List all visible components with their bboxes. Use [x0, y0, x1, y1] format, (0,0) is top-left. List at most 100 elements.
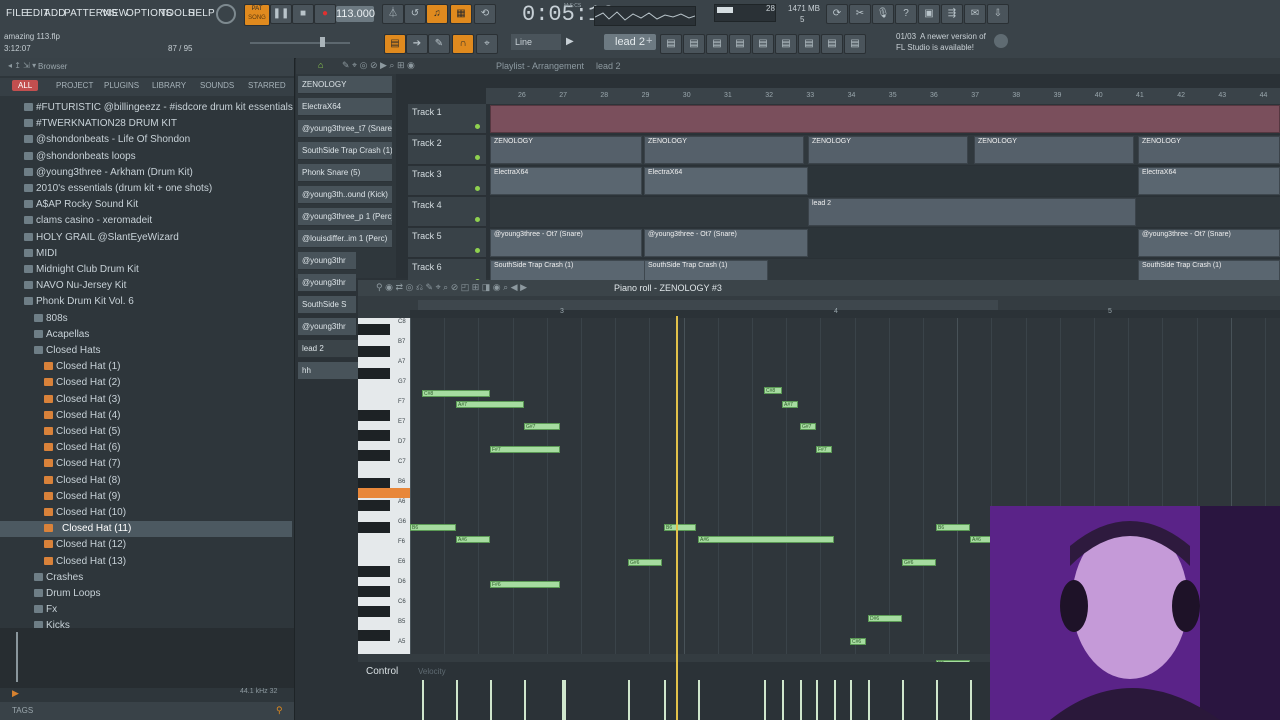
black-key[interactable]: [358, 606, 390, 617]
pattern-prev-icon[interactable]: ▶: [566, 36, 574, 47]
midi-note[interactable]: B6: [664, 524, 696, 531]
pattern-item[interactable]: ZENOLOGY: [298, 76, 392, 94]
wrench-button[interactable]: ▤: [844, 34, 866, 54]
midi-note[interactable]: G#7: [524, 423, 560, 430]
browser-sample-item[interactable]: Closed Hat (4): [0, 408, 292, 424]
channel-rack-button[interactable]: ▤: [683, 34, 705, 54]
browser-tab-project[interactable]: PROJECT: [56, 81, 93, 90]
master-volume-slider[interactable]: [250, 42, 350, 44]
browser-folder-item[interactable]: MIDI: [0, 246, 292, 262]
midi-note[interactable]: C#8: [422, 390, 490, 397]
snap-button[interactable]: ⌖: [476, 34, 498, 54]
online-status-icon[interactable]: [994, 34, 1008, 48]
master-pitch-knob[interactable]: [216, 4, 236, 24]
black-key[interactable]: [358, 500, 390, 511]
midi-note[interactable]: A#7: [456, 401, 524, 408]
midi-note[interactable]: A#7: [782, 401, 798, 408]
menu-add[interactable]: ADD: [44, 8, 66, 19]
track-header[interactable]: Track 4: [408, 197, 486, 227]
browser-tab-library[interactable]: LIBRARY: [152, 81, 186, 90]
velocity-bar[interactable]: [456, 680, 458, 720]
browser-folder-item[interactable]: clams casino - xeromadeit: [0, 213, 292, 229]
playlist-clip[interactable]: ZENOLOGY: [490, 136, 642, 164]
mixer-button[interactable]: ▤: [706, 34, 728, 54]
menu-file[interactable]: FILE: [6, 8, 28, 19]
browser-sample-item[interactable]: Closed Hat (2): [0, 375, 292, 391]
black-key[interactable]: [358, 430, 390, 441]
velocity-bar[interactable]: [698, 680, 700, 720]
velocity-bar[interactable]: [564, 680, 566, 720]
velocity-bar[interactable]: [800, 680, 802, 720]
browser-sample-item[interactable]: Closed Hat (13): [0, 554, 292, 570]
browser-folder-item[interactable]: A$AP Rocky Sound Kit: [0, 197, 292, 213]
midi-note[interactable]: C#6: [850, 638, 866, 645]
pattern-item[interactable]: @louisdiffer..im 1 (Perc): [298, 230, 392, 248]
velocity-bar[interactable]: [902, 680, 904, 720]
browser-folder-item[interactable]: Phonk Drum Kit Vol. 6: [0, 294, 292, 310]
browser-folder-item[interactable]: NAVO Nu-Jersey Kit: [0, 278, 292, 294]
stop-button[interactable]: ■: [292, 4, 314, 24]
magnet-tool-button[interactable]: ∩: [452, 34, 474, 54]
track-mute-led[interactable]: [475, 248, 480, 253]
midi-note[interactable]: G#6: [628, 559, 662, 566]
browser-sample-item[interactable]: Closed Hat (1): [0, 359, 292, 375]
playlist-clip[interactable]: ZENOLOGY: [808, 136, 968, 164]
playlist-clip[interactable]: ElectraX64: [644, 167, 808, 195]
control-target[interactable]: Velocity: [418, 667, 446, 676]
pattern-item[interactable]: @young3thr: [298, 252, 356, 270]
browser-folder-item[interactable]: @young3three - Arkham (Drum Kit): [0, 165, 292, 181]
pattern-item[interactable]: Phonk Snare (5): [298, 164, 392, 182]
track-header[interactable]: Track 3: [408, 166, 486, 196]
black-key[interactable]: [358, 522, 390, 533]
master-volume-handle[interactable]: [320, 37, 325, 47]
draw-tool-button[interactable]: ✎: [428, 34, 450, 54]
playlist-clip[interactable]: ZENOLOGY: [1138, 136, 1280, 164]
browser-sample-item[interactable]: Closed Hat (12): [0, 537, 292, 553]
download-button[interactable]: ⇩: [987, 4, 1009, 24]
velocity-bar[interactable]: [490, 680, 492, 720]
layout-button[interactable]: ▤: [821, 34, 843, 54]
velocity-bar[interactable]: [850, 680, 852, 720]
playlist-clip[interactable]: ElectraX64: [1138, 167, 1280, 195]
pat-song-toggle[interactable]: PAT SONG: [244, 4, 270, 26]
step-edit-button[interactable]: ♫: [426, 4, 448, 24]
news-line1[interactable]: A newer version of: [920, 32, 986, 41]
midi-note[interactable]: A#6: [456, 536, 490, 543]
browser-sample-item[interactable]: Closed Hat (3): [0, 392, 292, 408]
track-mute-led[interactable]: [475, 155, 480, 160]
playlist-clip[interactable]: @young3three - Ot7 (Snare): [1138, 229, 1280, 257]
export-button[interactable]: ⇶: [941, 4, 963, 24]
midi-note[interactable]: F#7: [816, 446, 832, 453]
midi-note[interactable]: F#6: [490, 581, 560, 588]
black-key[interactable]: [358, 630, 390, 641]
browser-folder-item[interactable]: HOLY GRAIL @SlantEyeWizard: [0, 230, 292, 246]
track-header[interactable]: Track 2: [408, 135, 486, 165]
black-key[interactable]: [358, 566, 390, 577]
velocity-bar[interactable]: [764, 680, 766, 720]
playlist-ruler[interactable]: 26 27 28 29 30 31 32 33 34 35 36 37 38 39 40 41 42 43 44: [486, 88, 1280, 104]
browser-button[interactable]: ▤: [752, 34, 774, 54]
pattern-item[interactable]: ElectraX64: [298, 98, 392, 116]
snap-selector[interactable]: Line: [511, 34, 561, 50]
play-button[interactable]: ❚❚: [270, 4, 292, 24]
save-button[interactable]: ▣: [918, 4, 940, 24]
playlist-tool-button[interactable]: ▤: [384, 34, 406, 54]
search-icon[interactable]: ⚲: [276, 705, 283, 716]
black-key[interactable]: [358, 346, 390, 357]
browser-nav-icons[interactable]: ◂ ↥ ⇲ ▾: [8, 61, 36, 70]
plugin-picker-button[interactable]: ▤: [729, 34, 751, 54]
piano-keyboard[interactable]: C8 B7 A7 G7 F7 E7 D7 C7 B6 A6 G6 F6 E6 D6 C6 B5 A5: [358, 318, 410, 654]
velocity-bar[interactable]: [868, 680, 870, 720]
blend-notes-button[interactable]: ▦: [450, 4, 472, 24]
midi-note[interactable]: G#7: [800, 423, 816, 430]
browser-folder-item[interactable]: #TWERKNATION28 DRUM KIT: [0, 116, 292, 132]
browser-folder-item[interactable]: Crashes: [0, 570, 292, 586]
sync-button[interactable]: ⟳: [826, 4, 848, 24]
playlist-clip[interactable]: lead 2: [808, 198, 1136, 226]
pattern-item[interactable]: @young3three_p 1 (Perc): [298, 208, 392, 226]
black-key[interactable]: [358, 368, 390, 379]
black-key[interactable]: [358, 586, 390, 597]
mic-button[interactable]: 🎙: [872, 4, 894, 24]
stems-button[interactable]: ▤: [775, 34, 797, 54]
velocity-bar[interactable]: [782, 680, 784, 720]
